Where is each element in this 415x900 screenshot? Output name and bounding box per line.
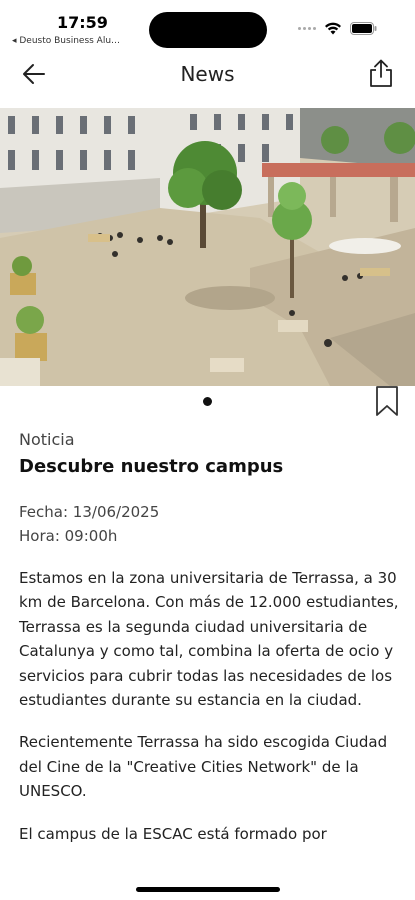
- page-title: News: [180, 62, 235, 86]
- article-time: Hora: 09:00h: [19, 527, 118, 545]
- home-indicator[interactable]: [136, 887, 280, 892]
- article-paragraph: Estamos en la zona universitaria de Terr…: [19, 569, 399, 710]
- article-title: Descubre nuestro campus: [19, 456, 284, 477]
- status-icons: [298, 22, 377, 35]
- article-date: Fecha: 13/06/2025: [19, 503, 160, 521]
- article-paragraph: El campus de la ESCAC está formado por: [19, 824, 327, 843]
- dynamic-island: [149, 12, 267, 48]
- share-icon: [370, 59, 392, 87]
- wifi-icon: [324, 22, 342, 35]
- campus-courtyard-photo: [0, 108, 415, 386]
- carousel-pager: [203, 397, 212, 406]
- bookmark-button[interactable]: [374, 385, 400, 417]
- article-content: Noticia Descubre nuestro campus Fecha: 1…: [19, 428, 399, 846]
- article-meta: Fecha: 13/06/2025 Hora: 09:00h: [19, 500, 399, 548]
- status-bar: 17:59 ◂ Deusto Business Alu…: [0, 0, 415, 50]
- article-category: Noticia: [19, 430, 75, 449]
- campus-photo-carousel[interactable]: [0, 108, 415, 386]
- status-time: 17:59: [57, 13, 108, 32]
- share-button[interactable]: [367, 58, 395, 88]
- bookmark-icon: [376, 386, 398, 416]
- navigation-bar: News: [0, 52, 415, 96]
- battery-icon: [350, 22, 377, 35]
- pager-dot-active[interactable]: [203, 397, 212, 406]
- signal-icon: [298, 27, 316, 30]
- article-paragraph: Recientemente Terrassa ha sido escogida …: [19, 733, 388, 801]
- back-to-app-link[interactable]: ◂ Deusto Business Alu…: [12, 36, 120, 46]
